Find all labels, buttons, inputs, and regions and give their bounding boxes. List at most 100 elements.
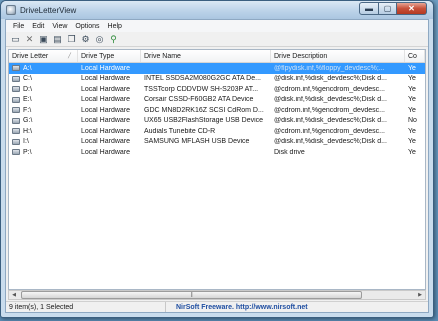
cell-description: @flpydisk.inf,%floppy_devdesc%;... xyxy=(274,64,385,72)
cell-type: Local Hardware xyxy=(81,106,131,114)
drive-icon xyxy=(12,128,20,135)
cell-letter: D:\ xyxy=(9,86,78,93)
table-row[interactable]: A:\ Local Hardware @flpydisk.inf,%floppy… xyxy=(9,63,425,74)
list-header: Drive Letter ╱ Drive Type Drive Name Dri… xyxy=(9,50,425,63)
copy-icon[interactable]: ❐ xyxy=(66,34,77,45)
menu-view[interactable]: View xyxy=(48,23,71,30)
table-row[interactable]: E:\ Local Hardware Corsair CSSD-F60GB2 A… xyxy=(9,95,425,106)
cell-extra: Ye xyxy=(408,96,416,104)
cell-letter: P:\ xyxy=(9,149,78,156)
menu-options[interactable]: Options xyxy=(71,23,103,30)
column-drive-name[interactable]: Drive Name xyxy=(141,50,271,62)
cell-type: Local Hardware xyxy=(81,127,131,135)
drive-icon xyxy=(12,86,20,93)
settings-icon[interactable]: ⚙ xyxy=(80,34,91,45)
table-row[interactable]: G:\ Local Hardware UX65 USB2FlashStorage… xyxy=(9,116,425,127)
drive-icon xyxy=(12,138,20,145)
cell-name: Corsair CSSD-F60GB2 ATA Device xyxy=(144,96,254,104)
table-row[interactable]: P:\ Local Hardware Disk drive Ye xyxy=(9,147,425,158)
table-row[interactable]: H:\ Local Hardware Audials Tunebite CD-R… xyxy=(9,126,425,137)
drive-letter: E:\ xyxy=(23,96,32,104)
drive-list[interactable]: Drive Letter ╱ Drive Type Drive Name Dri… xyxy=(8,49,426,290)
cell-name: GDC MN8D2RK16Z SCSI CdRom D... xyxy=(144,106,264,114)
cell-type: Local Hardware xyxy=(81,148,131,156)
table-row[interactable]: D:\ Local Hardware TSSTcorp CDDVDW SH-S2… xyxy=(9,84,425,95)
nirsoft-link[interactable]: NirSoft Freeware. http://www.nirsoft.net xyxy=(166,304,308,311)
status-bar: 9 item(s), 1 Selected NirSoft Freeware. … xyxy=(6,301,428,312)
drive-icon xyxy=(12,107,20,114)
drive-letter: H:\ xyxy=(23,127,32,135)
drive-letter: D:\ xyxy=(23,85,32,93)
table-row[interactable]: F:\ Local Hardware GDC MN8D2RK16Z SCSI C… xyxy=(9,105,425,116)
drive-icon xyxy=(12,75,20,82)
cell-name: INTEL SSDSA2M080G2GC ATA De... xyxy=(144,75,261,83)
cell-extra: Ye xyxy=(408,106,416,114)
cell-type: Local Hardware xyxy=(81,85,131,93)
cell-extra: No xyxy=(408,117,417,125)
column-drive-description[interactable]: Drive Description xyxy=(271,50,405,62)
cell-name: Audials Tunebite CD-R xyxy=(144,127,216,135)
cell-name: SAMSUNG MFLASH USB Device xyxy=(144,138,250,146)
maximize-button[interactable]: ▢ xyxy=(379,2,397,15)
app-icon xyxy=(6,5,16,15)
cell-letter: G:\ xyxy=(9,117,78,124)
minimize-button[interactable]: ▬ xyxy=(359,2,379,15)
drive-letter: G:\ xyxy=(23,117,33,125)
cell-letter: C:\ xyxy=(9,75,78,82)
menu-help[interactable]: Help xyxy=(104,23,126,30)
cell-type: Local Hardware xyxy=(81,138,131,146)
cell-description: @disk.inf,%disk_devdesc%;Disk d... xyxy=(274,138,387,146)
scroll-left-icon[interactable]: ◀ xyxy=(9,291,19,299)
client-area: File Edit View Options Help ▭ ✕ ▣ ▤ ❐ ⚙ … xyxy=(5,19,429,313)
scrollbar-thumb[interactable]: ||| xyxy=(21,291,362,299)
cell-description: @cdrom.inf,%gencdrom_devdesc... xyxy=(274,106,385,114)
menu-edit[interactable]: Edit xyxy=(28,23,48,30)
column-drive-type[interactable]: Drive Type xyxy=(78,50,141,62)
cell-extra: Ye xyxy=(408,64,416,72)
cell-extra: Ye xyxy=(408,138,416,146)
table-row[interactable]: I:\ Local Hardware SAMSUNG MFLASH USB De… xyxy=(9,137,425,148)
window-title: DriveLetterView xyxy=(20,5,77,15)
cell-description: @disk.inf,%disk_devdesc%;Disk d... xyxy=(274,96,387,104)
menu-bar: File Edit View Options Help xyxy=(6,20,428,32)
cell-description: @disk.inf,%disk_devdesc%;Disk d... xyxy=(274,117,387,125)
drive-letter: P:\ xyxy=(23,148,32,156)
column-drive-letter[interactable]: Drive Letter ╱ xyxy=(9,50,78,62)
find-icon[interactable]: ◎ xyxy=(94,34,105,45)
grip-icon: ||| xyxy=(190,292,193,298)
scrollbar-track[interactable]: ||| xyxy=(19,291,415,299)
cell-letter: I:\ xyxy=(9,138,78,145)
properties-icon[interactable]: ▤ xyxy=(52,34,63,45)
delete-icon[interactable]: ✕ xyxy=(24,34,35,45)
table-row[interactable]: C:\ Local Hardware INTEL SSDSA2M080G2GC … xyxy=(9,74,425,85)
cell-type: Local Hardware xyxy=(81,96,131,104)
close-button[interactable]: ✕ xyxy=(397,2,427,15)
cell-description: Disk drive xyxy=(274,148,305,156)
column-label: Drive Letter xyxy=(12,52,49,60)
cell-extra: Ye xyxy=(408,85,416,93)
menu-file[interactable]: File xyxy=(9,23,28,30)
cell-type: Local Hardware xyxy=(81,117,131,125)
scroll-right-icon[interactable]: ▶ xyxy=(415,291,425,299)
cell-description: @disk.inf,%disk_devdesc%;Disk d... xyxy=(274,75,387,83)
sort-ascending-icon: ╱ xyxy=(67,53,71,59)
cell-description: @cdrom.inf,%gencdrom_devdesc... xyxy=(274,127,385,135)
drive-letter: C:\ xyxy=(23,75,32,83)
toolbar: ▭ ✕ ▣ ▤ ❐ ⚙ ◎ ⚲ xyxy=(6,32,428,47)
cell-extra: Ye xyxy=(408,75,416,83)
exit-icon[interactable]: ⚲ xyxy=(108,34,119,45)
cell-description: @cdrom.inf,%gencdrom_devdesc... xyxy=(274,85,385,93)
cell-letter: F:\ xyxy=(9,107,78,114)
cell-letter: H:\ xyxy=(9,128,78,135)
drive-icon[interactable]: ▭ xyxy=(10,34,21,45)
cell-type: Local Hardware xyxy=(81,64,131,72)
title-bar[interactable]: DriveLetterView ▬ ▢ ✕ xyxy=(1,1,433,19)
drive-icon xyxy=(12,65,20,72)
drive-letter: F:\ xyxy=(23,106,32,114)
save-icon[interactable]: ▣ xyxy=(38,34,49,45)
cell-extra: Ye xyxy=(408,148,416,156)
horizontal-scrollbar[interactable]: ◀ ||| ▶ xyxy=(8,290,426,300)
column-co[interactable]: Co xyxy=(405,50,425,62)
drive-icon xyxy=(12,149,20,156)
status-item-count: 9 item(s), 1 Selected xyxy=(6,302,166,312)
